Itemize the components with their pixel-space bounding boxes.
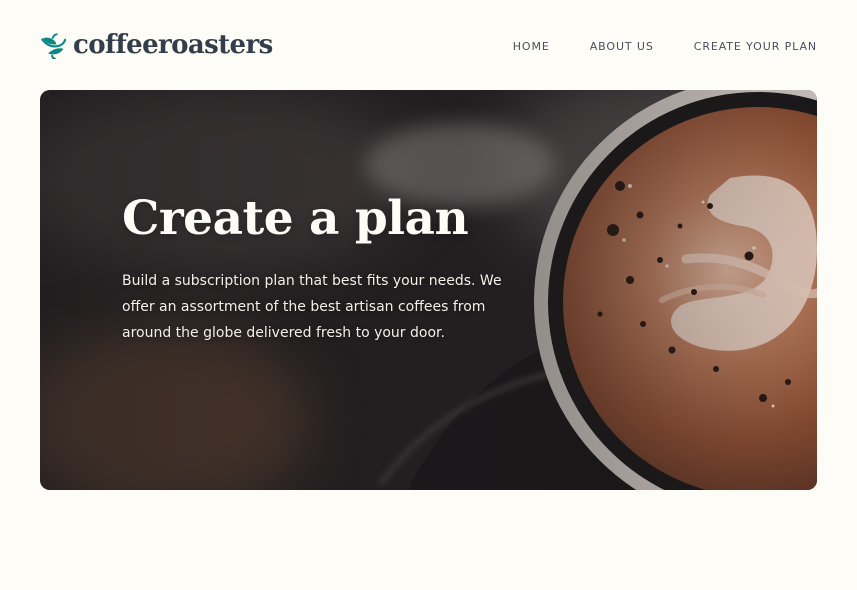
hero-title: Create a plan	[122, 191, 469, 246]
logo-text: coffeeroasters	[73, 30, 273, 60]
site-header: coffeeroasters HOME ABOUT US CREATE YOUR…	[40, 28, 817, 64]
hero-content: Create a plan Build a subscription plan …	[122, 195, 522, 346]
hero-description: Build a subscription plan that best fits…	[122, 273, 502, 341]
nav-about-us[interactable]: ABOUT US	[590, 40, 654, 53]
nav-home[interactable]: HOME	[513, 40, 550, 53]
coffee-bean-icon	[41, 33, 66, 59]
hero-banner: Create a plan Build a subscription plan …	[40, 90, 817, 490]
main-nav: HOME ABOUT US CREATE YOUR PLAN	[513, 40, 817, 53]
logo-link[interactable]: coffeeroasters	[40, 30, 273, 60]
nav-create-your-plan[interactable]: CREATE YOUR PLAN	[694, 40, 817, 53]
